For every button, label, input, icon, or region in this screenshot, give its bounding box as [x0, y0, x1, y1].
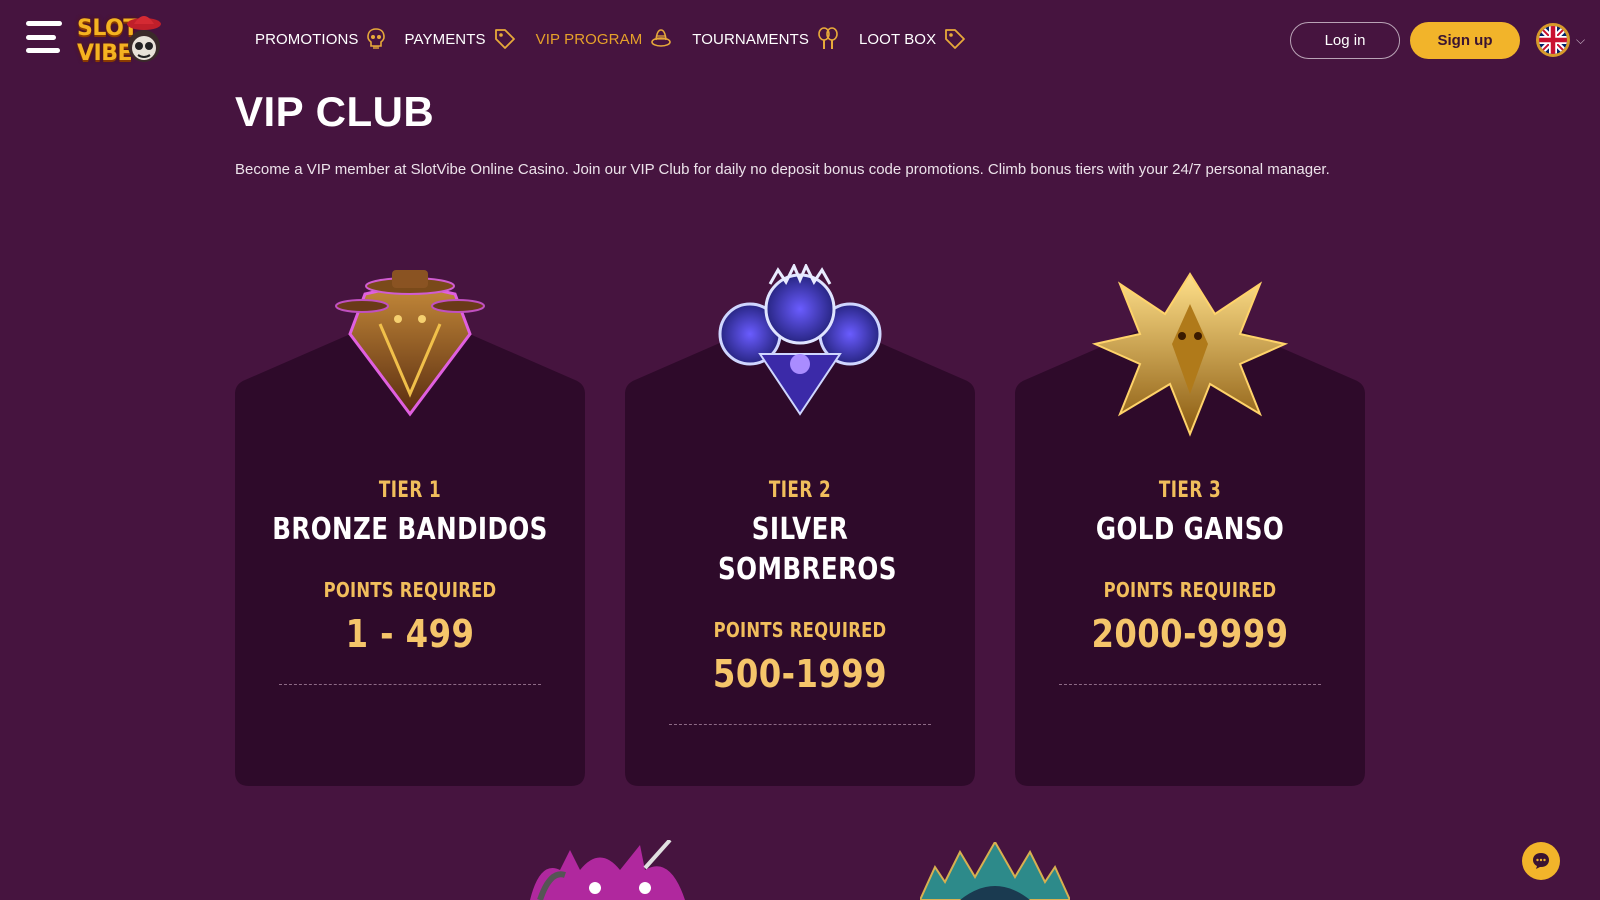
points-label: POINTS REQUIRED: [713, 618, 887, 642]
tier-card-gold: TIER 3 GOLD GANSO POINTS REQUIRED 2000-9…: [1015, 264, 1365, 786]
tier-label: TIER 1: [378, 478, 442, 503]
tag-icon: [945, 29, 966, 49]
tier-5-emblem-partial: [920, 842, 1070, 900]
divider: [279, 684, 541, 685]
site-header: SLOTVIBE PROMOTIONS PAYMENTS VIP PROGRAM…: [0, 0, 1600, 80]
intro-text: Become a VIP member at SlotVibe Online C…: [235, 161, 1330, 178]
nav-tournaments-label: TOURNAMENTS: [692, 30, 809, 48]
nav-tournaments[interactable]: TOURNAMENTS: [692, 27, 839, 51]
tier-card-bronze: TIER 1 BRONZE BANDIDOS POINTS REQUIRED 1…: [235, 264, 585, 786]
gold-ganso-emblem: [1091, 272, 1289, 437]
points-value: 2000-9999: [1091, 612, 1289, 656]
signup-button[interactable]: Sign up: [1410, 22, 1520, 59]
menu-icon[interactable]: [26, 21, 62, 53]
tier-name: GOLD GANSO: [1095, 512, 1285, 547]
tier-label: TIER 3: [1158, 478, 1222, 503]
slotvibe-logo[interactable]: SLOTVIBE: [77, 14, 205, 68]
skull-icon: [366, 28, 385, 49]
tier-4-emblem-partial: [530, 840, 685, 900]
sombrero-icon: [651, 29, 672, 47]
bronze-bandidos-emblem: [335, 270, 485, 417]
points-value: 500-1999: [712, 652, 888, 696]
nav-payments-label: PAYMENTS: [404, 30, 486, 48]
nav-vip-program[interactable]: VIP PROGRAM: [536, 28, 673, 50]
main-nav: PROMOTIONS PAYMENTS VIP PROGRAM TOURNAME…: [255, 24, 986, 54]
tier-card-silver: TIER 2 SILVER SOMBREROS POINTS REQUIRED …: [625, 264, 975, 786]
uk-flag-icon: [1536, 23, 1570, 57]
tier-label: TIER 2: [768, 478, 832, 503]
tier-name: SILVER SOMBREROS: [718, 512, 897, 587]
maracas-icon: [818, 27, 838, 49]
divider: [669, 724, 931, 725]
page-title: VIP CLUB: [235, 88, 435, 135]
chevron-down-icon: ⌵: [1576, 32, 1586, 47]
silver-sombreros-emblem: [718, 264, 882, 416]
tag-icon: [494, 29, 515, 49]
nav-promotions-label: PROMOTIONS: [255, 30, 359, 48]
mascot-icon: [127, 16, 161, 62]
chat-button[interactable]: [1522, 842, 1560, 880]
nav-loot-box[interactable]: LOOT BOX: [859, 28, 966, 50]
chat-icon: [1533, 853, 1549, 869]
nav-payments[interactable]: PAYMENTS: [405, 28, 516, 50]
points-label: POINTS REQUIRED: [1103, 578, 1277, 602]
nav-loot-box-label: LOOT BOX: [858, 30, 937, 48]
nav-vip-program-label: VIP PROGRAM: [535, 30, 643, 48]
language-selector[interactable]: ⌵: [1536, 22, 1592, 58]
tier-name: BRONZE BANDIDOS: [272, 512, 548, 547]
divider: [1059, 684, 1321, 685]
nav-promotions[interactable]: PROMOTIONS: [255, 28, 385, 50]
points-label: POINTS REQUIRED: [323, 578, 497, 602]
login-button[interactable]: Log in: [1290, 22, 1400, 59]
points-value: 1 - 499: [345, 612, 475, 656]
